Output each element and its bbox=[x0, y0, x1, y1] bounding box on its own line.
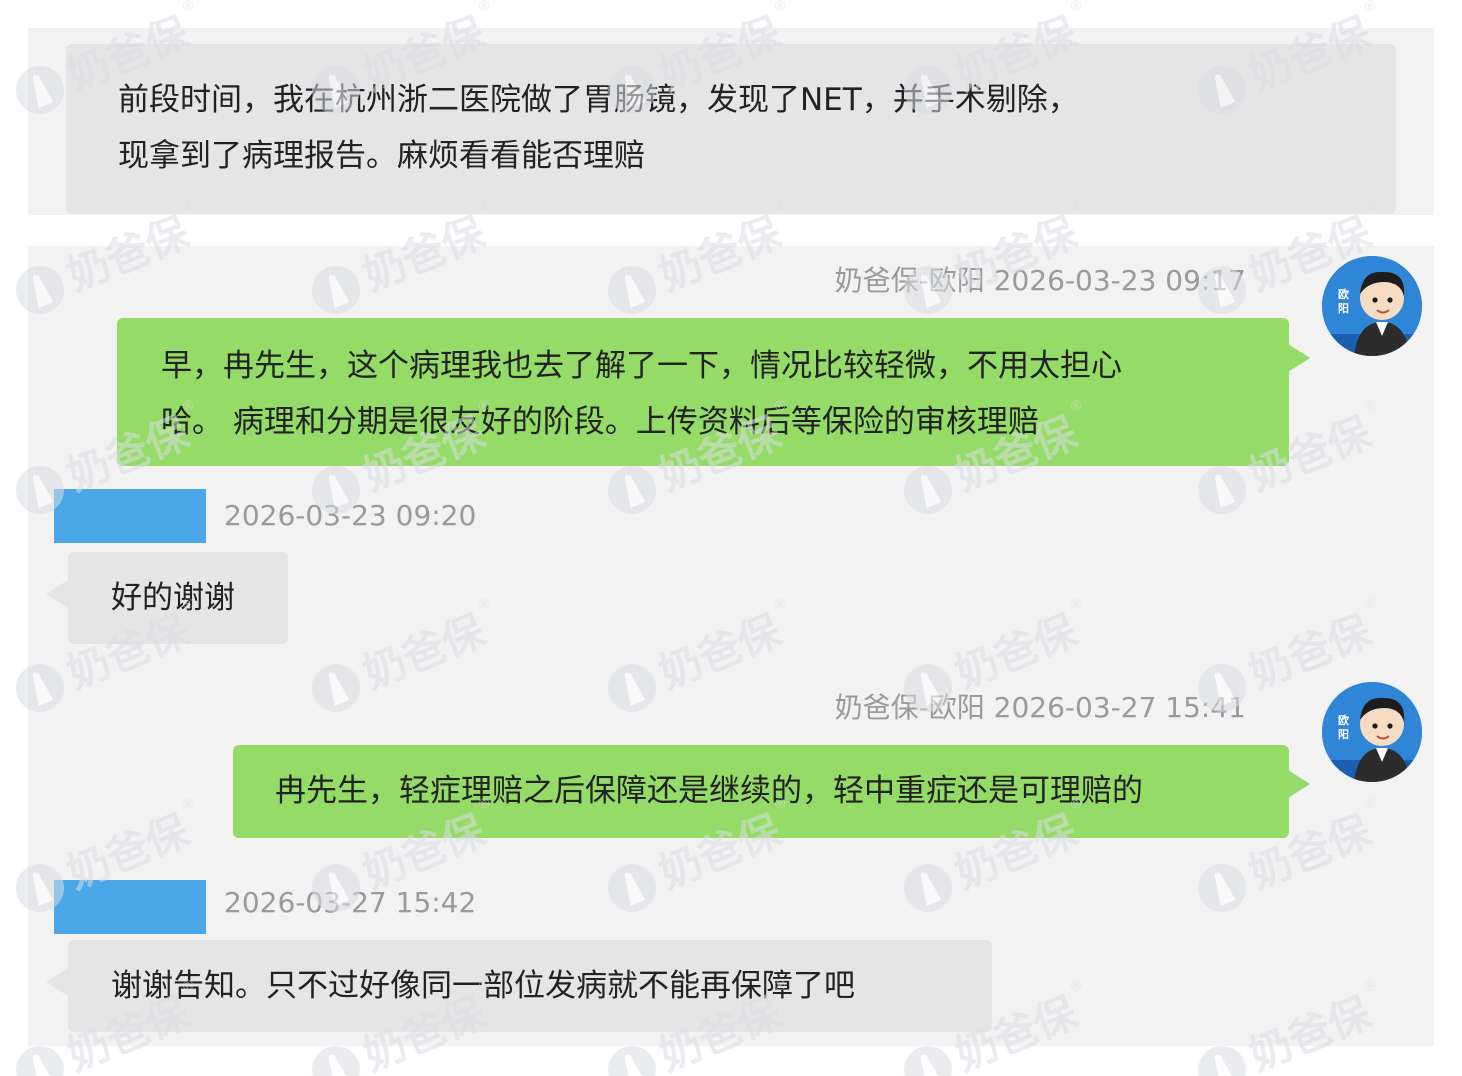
message-meta-agent-2: 奶爸保-欧阳 2026-03-27 15:41 bbox=[835, 690, 1246, 726]
sender-name: 奶爸保-欧阳 bbox=[834, 691, 985, 724]
sender-name: 奶爸保-欧阳 bbox=[834, 264, 985, 297]
bubble-tail bbox=[1288, 344, 1310, 372]
message-line: 哈。 病理和分期是很友好的阶段。上传资料后等保险的审核理赔 bbox=[161, 404, 1039, 440]
message-bubble-agent-2[interactable]: 冉先生，轻症理赔之后保障还是继续的，轻中重症还是可理赔的 bbox=[233, 745, 1289, 838]
message-line: 现拿到了病理报告。麻烦看看能否理赔 bbox=[118, 138, 645, 174]
agent-avatar-icon bbox=[1322, 256, 1422, 356]
agent-avatar-icon bbox=[1322, 682, 1422, 782]
message-bubble-customer-1[interactable]: 好的谢谢 bbox=[68, 552, 288, 644]
message-line: 冉先生，轻症理赔之后保障还是继续的，轻中重症还是可理赔的 bbox=[275, 773, 1143, 809]
svg-text:®: ® bbox=[1067, 0, 1086, 16]
avatar-label: 欧阳 bbox=[1338, 714, 1349, 741]
message-meta-agent-1: 奶爸保-欧阳 2026-03-23 09:17 bbox=[835, 263, 1246, 299]
redacted-sender-name bbox=[54, 489, 206, 543]
message-line: 早，冉先生，这个病理我也去了解了一下，情况比较轻微，不用太担心 bbox=[161, 348, 1122, 384]
redacted-sender-name bbox=[54, 880, 206, 934]
avatar-label: 欧阳 bbox=[1338, 288, 1349, 315]
svg-text:®: ® bbox=[475, 0, 494, 16]
svg-text:®: ® bbox=[1361, 0, 1380, 16]
svg-text:®: ® bbox=[771, 0, 790, 16]
timestamp: 2026-03-23 09:17 bbox=[993, 264, 1246, 297]
bubble-tail bbox=[1288, 770, 1310, 798]
bubble-tail bbox=[46, 968, 68, 996]
message-bubble-customer-question[interactable]: 前段时间，我在杭州浙二医院做了胃肠镜，发现了NET，并手术剔除， 现拿到了病理报… bbox=[66, 44, 1396, 214]
agent-avatar[interactable]: 欧阳 bbox=[1322, 682, 1422, 782]
bubble-tail bbox=[46, 580, 68, 608]
timestamp: 2026-03-27 15:41 bbox=[993, 691, 1246, 724]
message-line: 谢谢告知。只不过好像同一部位发病就不能再保障了吧 bbox=[111, 968, 855, 1004]
svg-text:®: ® bbox=[179, 0, 198, 16]
timestamp: 2026-03-23 09:20 bbox=[224, 499, 477, 532]
message-line: 前段时间，我在杭州浙二医院做了胃肠镜，发现了NET，并手术剔除， bbox=[118, 82, 1079, 118]
message-bubble-agent-1[interactable]: 早，冉先生，这个病理我也去了解了一下，情况比较轻微，不用太担心 哈。 病理和分期… bbox=[117, 318, 1289, 466]
agent-avatar[interactable]: 欧阳 bbox=[1322, 256, 1422, 356]
message-line: 好的谢谢 bbox=[111, 580, 235, 616]
timestamp: 2026-03-27 15:42 bbox=[224, 886, 477, 919]
message-bubble-customer-2[interactable]: 谢谢告知。只不过好像同一部位发病就不能再保障了吧 bbox=[68, 940, 992, 1032]
